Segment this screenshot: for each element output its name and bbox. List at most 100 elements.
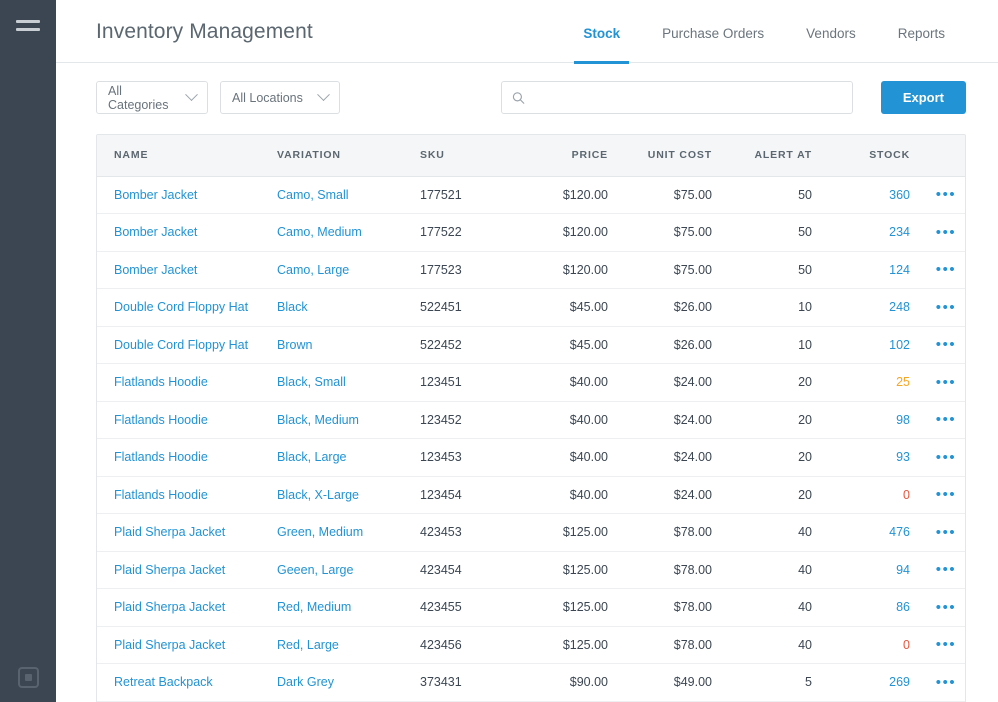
location-filter-dropdown[interactable]: All Locations	[220, 81, 340, 114]
stock-value-link[interactable]: 0	[903, 488, 910, 502]
cell-actions: •••	[910, 513, 965, 552]
app-square-icon[interactable]	[18, 667, 39, 688]
variation-link[interactable]: Black	[277, 300, 308, 314]
stock-value-link[interactable]: 93	[896, 450, 910, 464]
column-header-price[interactable]: PRICE	[512, 135, 608, 177]
column-header-sku[interactable]: SKU	[420, 135, 512, 177]
table-row[interactable]: Flatlands Hoodie Black, Small 123451 $40.00…	[97, 363, 965, 402]
row-actions-menu-icon[interactable]: •••	[936, 224, 957, 241]
product-name-link[interactable]: Plaid Sherpa Jacket	[114, 600, 225, 614]
product-name-link[interactable]: Bomber Jacket	[114, 188, 197, 202]
table-row[interactable]: Flatlands Hoodie Black, Medium 123452 $40.0…	[97, 401, 965, 439]
table-row[interactable]: Bomber Jacket Camo, Medium 177522 $120.00 $7…	[97, 213, 965, 252]
cell-name: Flatlands Hoodie	[97, 438, 275, 477]
stock-value-link[interactable]: 25	[896, 375, 910, 389]
row-actions-menu-icon[interactable]: •••	[936, 336, 957, 353]
table-row[interactable]: Plaid Sherpa Jacket Green, Medium 423453 $1…	[97, 513, 965, 552]
product-name-link[interactable]: Flatlands Hoodie	[114, 450, 208, 464]
cell-stock: 248	[812, 288, 910, 327]
row-actions-menu-icon[interactable]: •••	[936, 636, 957, 653]
row-actions-menu-icon[interactable]: •••	[936, 449, 957, 466]
stock-value-link[interactable]: 0	[903, 638, 910, 652]
tab-vendors[interactable]: Vendors	[785, 0, 877, 63]
search-box[interactable]	[500, 81, 853, 114]
variation-link[interactable]: Brown	[277, 338, 312, 352]
product-name-link[interactable]: Double Cord Floppy Hat	[114, 338, 248, 352]
row-actions-menu-icon[interactable]: •••	[936, 261, 957, 278]
table-row[interactable]: Plaid Sherpa Jacket Red, Medium 423455 $125…	[97, 588, 965, 627]
product-name-link[interactable]: Flatlands Hoodie	[114, 413, 208, 427]
category-filter-dropdown[interactable]: All Categories	[96, 81, 208, 114]
stock-value-link[interactable]: 124	[889, 263, 910, 277]
table-row[interactable]: Flatlands Hoodie Black, Large 123453 $40.00…	[97, 438, 965, 477]
product-name-link[interactable]: Flatlands Hoodie	[114, 375, 208, 389]
product-name-link[interactable]: Retreat Backpack	[114, 675, 213, 689]
table-row[interactable]: Bomber Jacket Camo, Large 177523 $120.00 $75…	[97, 251, 965, 289]
search-input[interactable]	[532, 90, 842, 105]
table-row[interactable]: Bomber Jacket Camo, Small 177521 $120.00 $75…	[97, 176, 965, 214]
cell-variation: Black, Small	[275, 363, 420, 402]
variation-link[interactable]: Black, X-Large	[277, 488, 359, 502]
variation-link[interactable]: Red, Large	[277, 638, 339, 652]
tab-purchase-orders[interactable]: Purchase Orders	[641, 0, 785, 63]
stock-value-link[interactable]: 86	[896, 600, 910, 614]
variation-link[interactable]: Black, Large	[277, 450, 346, 464]
variation-link[interactable]: Camo, Medium	[277, 225, 362, 239]
table-row[interactable]: Retreat Backpack Dark Grey 373431 $90.00 $49…	[97, 663, 965, 702]
product-name-link[interactable]: Plaid Sherpa Jacket	[114, 638, 225, 652]
variation-link[interactable]: Camo, Small	[277, 188, 349, 202]
variation-link[interactable]: Black, Small	[277, 375, 346, 389]
main-content: Inventory Management Stock Purchase Orde…	[56, 0, 998, 702]
variation-link[interactable]: Camo, Large	[277, 263, 349, 277]
row-actions-menu-icon[interactable]: •••	[936, 299, 957, 316]
variation-link[interactable]: Green, Medium	[277, 525, 363, 539]
row-actions-menu-icon[interactable]: •••	[936, 486, 957, 503]
variation-link[interactable]: Dark Grey	[277, 675, 334, 689]
table-row[interactable]: Flatlands Hoodie Black, X-Large 123454 $40.…	[97, 476, 965, 514]
hamburger-icon[interactable]	[16, 20, 40, 34]
cell-unit-cost: $26.00	[608, 326, 712, 364]
column-header-variation[interactable]: VARIATION	[275, 135, 420, 177]
product-name-link[interactable]: Flatlands Hoodie	[114, 488, 208, 502]
product-name-link[interactable]: Bomber Jacket	[114, 263, 197, 277]
row-actions-menu-icon[interactable]: •••	[936, 599, 957, 616]
tab-reports[interactable]: Reports	[877, 0, 966, 63]
stock-value-link[interactable]: 269	[889, 675, 910, 689]
stock-value-link[interactable]: 248	[889, 300, 910, 314]
cell-price: $40.00	[512, 438, 608, 477]
row-actions-menu-icon[interactable]: •••	[936, 411, 957, 428]
stock-value-link[interactable]: 98	[896, 413, 910, 427]
row-actions-menu-icon[interactable]: •••	[936, 561, 957, 578]
cell-price: $120.00	[512, 176, 608, 214]
cell-unit-cost: $78.00	[608, 551, 712, 589]
stock-value-link[interactable]: 476	[889, 525, 910, 539]
table-row[interactable]: Double Cord Floppy Hat Black 522451 $45.00 $…	[97, 288, 965, 327]
column-header-stock[interactable]: STOCK	[812, 135, 910, 177]
cell-price: $125.00	[512, 551, 608, 589]
variation-link[interactable]: Black, Medium	[277, 413, 359, 427]
product-name-link[interactable]: Bomber Jacket	[114, 225, 197, 239]
column-header-alert-at[interactable]: ALERT AT	[712, 135, 812, 177]
table-row[interactable]: Double Cord Floppy Hat Brown 522452 $45.00 $…	[97, 326, 965, 364]
table-row[interactable]: Plaid Sherpa Jacket Red, Large 423456 $125.…	[97, 626, 965, 664]
table-row[interactable]: Plaid Sherpa Jacket Geeen, Large 423454 $12…	[97, 551, 965, 589]
product-name-link[interactable]: Plaid Sherpa Jacket	[114, 525, 225, 539]
cell-stock: 0	[812, 626, 910, 664]
cell-name: Double Cord Floppy Hat	[97, 326, 275, 364]
tab-stock[interactable]: Stock	[562, 0, 641, 64]
column-header-unit-cost[interactable]: UNIT COST	[608, 135, 712, 177]
stock-value-link[interactable]: 102	[889, 338, 910, 352]
variation-link[interactable]: Geeen, Large	[277, 563, 353, 577]
row-actions-menu-icon[interactable]: •••	[936, 374, 957, 391]
export-button[interactable]: Export	[880, 81, 966, 114]
product-name-link[interactable]: Plaid Sherpa Jacket	[114, 563, 225, 577]
stock-value-link[interactable]: 360	[889, 188, 910, 202]
stock-value-link[interactable]: 94	[896, 563, 910, 577]
column-header-name[interactable]: NAME	[97, 135, 275, 177]
row-actions-menu-icon[interactable]: •••	[936, 186, 957, 203]
product-name-link[interactable]: Double Cord Floppy Hat	[114, 300, 248, 314]
variation-link[interactable]: Red, Medium	[277, 600, 351, 614]
row-actions-menu-icon[interactable]: •••	[936, 524, 957, 541]
row-actions-menu-icon[interactable]: •••	[936, 674, 957, 691]
stock-value-link[interactable]: 234	[889, 225, 910, 239]
